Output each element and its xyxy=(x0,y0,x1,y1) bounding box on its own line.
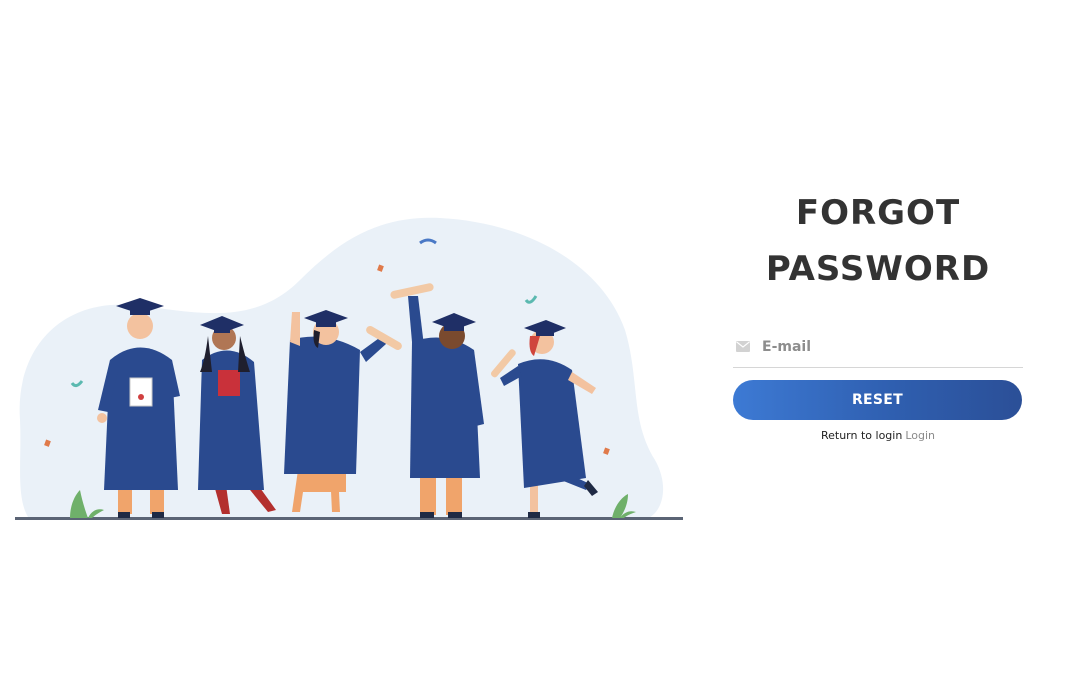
reset-button[interactable]: RESET xyxy=(733,380,1022,420)
forgot-password-form: FORGOT PASSWORD RESET Return to loginLog… xyxy=(733,185,1023,442)
graduates-illustration xyxy=(15,217,683,520)
mail-icon xyxy=(736,341,752,353)
title-line-1: FORGOT xyxy=(795,193,961,233)
login-link[interactable]: Login xyxy=(905,429,935,442)
return-to-login: Return to login Login xyxy=(733,429,1023,442)
title-line-2: PASSWORD xyxy=(765,249,991,289)
email-field-row xyxy=(733,327,1023,368)
ground-line xyxy=(15,517,683,520)
page-title: FORGOT PASSWORD xyxy=(733,185,1023,297)
email-input[interactable] xyxy=(762,339,1002,355)
return-text: Return to login xyxy=(820,429,903,442)
forgot-password-page: FORGOT PASSWORD RESET Return to loginLog… xyxy=(0,0,1066,673)
